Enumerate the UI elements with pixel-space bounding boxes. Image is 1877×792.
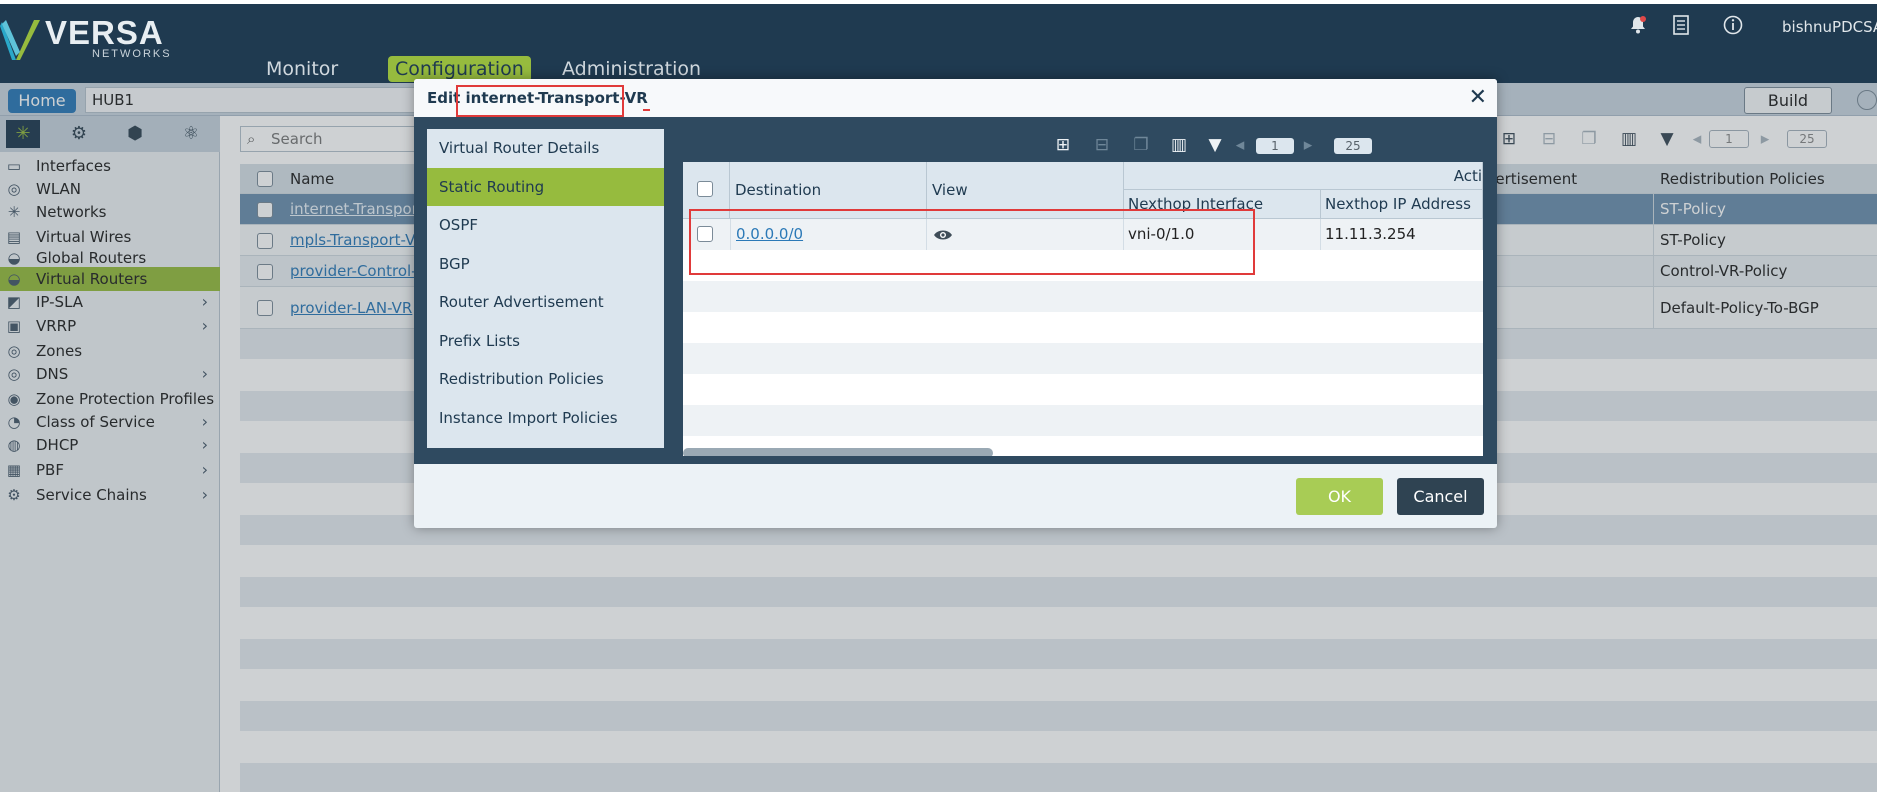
dialog-body: Virtual Router Details Static Routing OSPF…	[414, 117, 1497, 464]
static-routes-toolbar: ⊞ ⊟ ❐ ▥ ▼ ◂ 1 ▸ 25	[683, 129, 1483, 161]
dialog-nav-router-advertisement[interactable]: Router Advertisement	[427, 283, 664, 321]
page-size-select[interactable]: 25	[1334, 138, 1372, 154]
row-annotation-box	[689, 209, 1255, 275]
top-header: VERSA NETWORKS Monitor Configuration Adm…	[0, 0, 1877, 83]
logo-subtext: NETWORKS	[92, 48, 172, 60]
dialog-nav-ospf[interactable]: OSPF	[427, 206, 664, 244]
dialog-nav-virtual-router-details[interactable]: Virtual Router Details	[427, 129, 664, 167]
static-routing-panel: ⊞ ⊟ ❐ ▥ ▼ ◂ 1 ▸ 25 Destination View Acti…	[683, 129, 1483, 456]
empty-row	[683, 374, 1483, 405]
add-route-icon[interactable]: ⊞	[1051, 132, 1075, 158]
page-input[interactable]: 1	[1256, 138, 1294, 154]
dialog-footer: OK Cancel	[414, 464, 1497, 528]
horizontal-scrollbar[interactable]	[683, 448, 993, 456]
cancel-button[interactable]: Cancel	[1397, 478, 1484, 515]
title-annotation-box	[456, 85, 624, 117]
nav-monitor[interactable]: Monitor	[259, 56, 345, 82]
logo-text: VERSA	[45, 14, 164, 51]
filter-icon[interactable]: ▼	[1203, 132, 1227, 158]
dialog-nav: Virtual Router Details Static Routing OSPF…	[427, 129, 664, 448]
remove-route-icon[interactable]: ⊟	[1090, 132, 1114, 158]
column-group-actions: Acti	[1124, 162, 1483, 190]
versa-logo[interactable]: VERSA NETWORKS	[0, 14, 170, 62]
column-nexthop-ip[interactable]: Nexthop IP Address	[1321, 190, 1483, 219]
username[interactable]: bishnuPDCSA	[1782, 18, 1877, 36]
select-all-checkbox[interactable]	[697, 181, 713, 197]
close-icon[interactable]: ✕	[1469, 85, 1487, 110]
clone-route-icon[interactable]: ❐	[1129, 132, 1153, 158]
empty-row	[683, 343, 1483, 374]
prev-page-icon[interactable]: ◂	[1228, 132, 1252, 158]
edit-virtual-router-dialog: Edit internet-Transport-VR ✕ Virtual Rou…	[414, 79, 1497, 528]
static-routes-table: Destination View Acti Nexthop Interface …	[683, 162, 1483, 456]
report-icon[interactable]	[1670, 15, 1692, 37]
next-page-icon[interactable]: ▸	[1296, 132, 1320, 158]
columns-icon[interactable]: ▥	[1167, 132, 1191, 158]
empty-row	[683, 405, 1483, 436]
nexthop-ip-value: 11.11.3.254	[1321, 219, 1483, 250]
empty-row	[683, 312, 1483, 343]
info-icon[interactable]	[1722, 15, 1744, 37]
dialog-nav-instance-import-policies[interactable]: Instance Import Policies	[427, 399, 664, 437]
dialog-nav-prefix-lists[interactable]: Prefix Lists	[427, 322, 664, 360]
bell-icon[interactable]	[1627, 15, 1649, 37]
dialog-nav-static-routing[interactable]: Static Routing	[427, 167, 664, 206]
dialog-title-bar: Edit internet-Transport-VR ✕	[414, 79, 1497, 117]
annotation-mark	[643, 109, 650, 111]
ok-button[interactable]: OK	[1296, 478, 1383, 515]
empty-row	[683, 281, 1483, 312]
versa-logo-icon	[0, 20, 40, 60]
dialog-nav-bgp[interactable]: BGP	[427, 245, 664, 283]
dialog-nav-redistribution-policies[interactable]: Redistribution Policies	[427, 360, 664, 398]
